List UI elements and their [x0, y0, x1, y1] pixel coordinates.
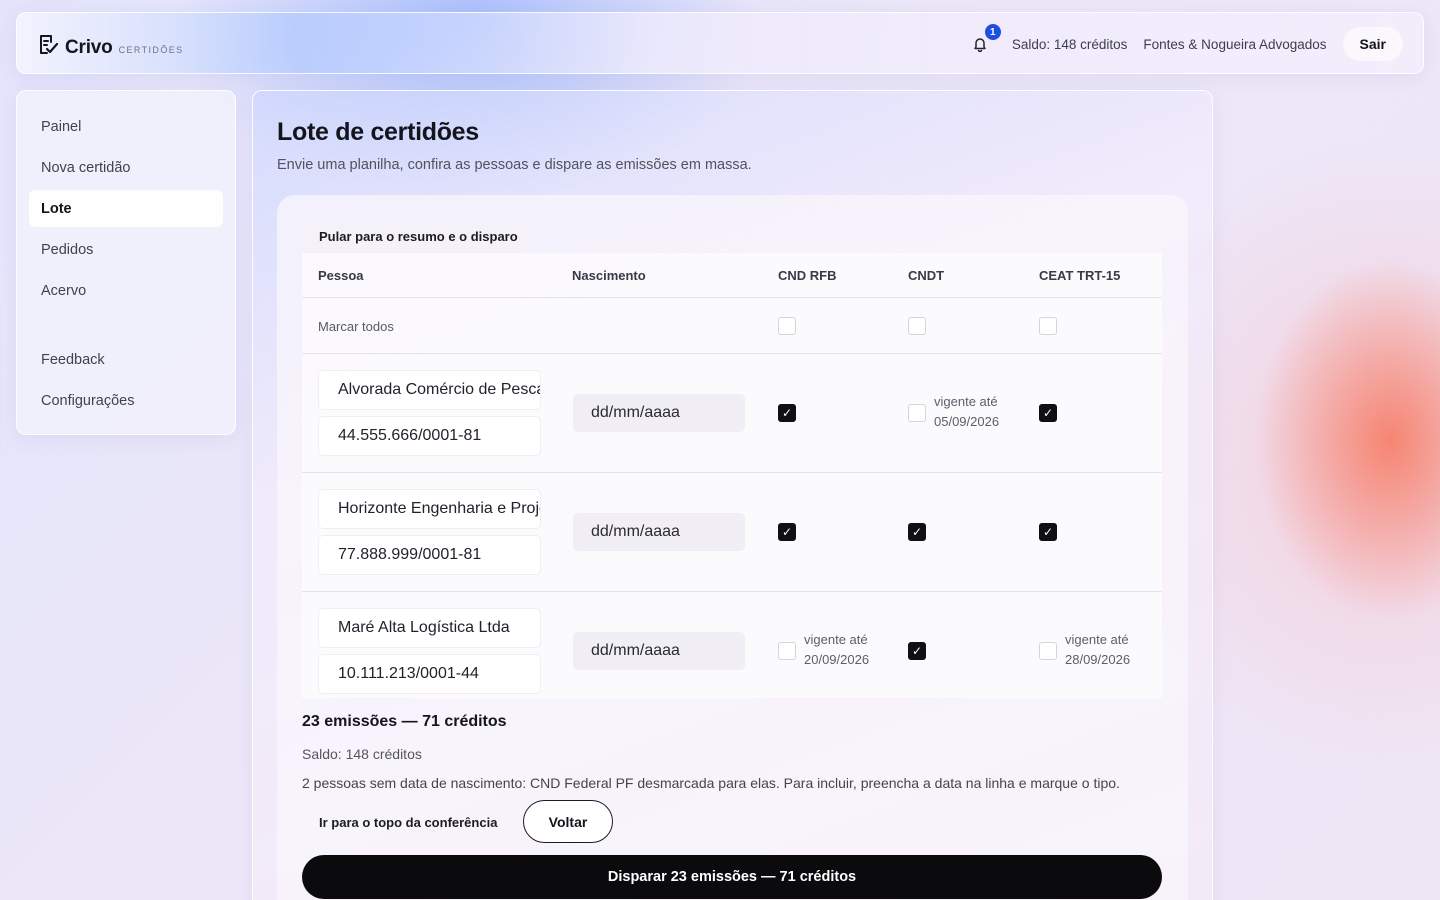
table-row: Alvorada Comércio de Pescados Ltda 44.55…	[302, 354, 1162, 473]
validity-date: 28/09/2026	[1065, 652, 1131, 667]
fire-emissions-button[interactable]: Disparar 23 emissões — 71 créditos	[302, 855, 1162, 899]
select-all-ceat-checkbox[interactable]	[1039, 317, 1057, 335]
page-title: Lote de certidões	[277, 118, 479, 146]
column-header-ceat-trt15: CEAT TRT-15	[1039, 268, 1121, 283]
brand-subtitle: CERTIDÕES	[118, 45, 184, 55]
sidebar: Painel Nova certidão Lote Pedidos Acervo…	[16, 90, 236, 435]
person-document-input[interactable]: 44.555.666/0001-81	[318, 416, 541, 456]
sidebar-item-painel[interactable]: Painel	[29, 108, 223, 145]
birth-date-input[interactable]: dd/mm/aaaa	[573, 632, 745, 670]
column-header-pessoa: Pessoa	[318, 268, 364, 283]
cnd-rfb-validity: vigente até 20/09/2026	[804, 630, 869, 670]
column-header-nascimento: Nascimento	[572, 268, 646, 283]
summary-balance: Saldo: 148 créditos	[302, 746, 422, 762]
cndt-checkbox[interactable]	[908, 404, 926, 422]
back-to-top-link[interactable]: Ir para o topo da conferência	[319, 815, 497, 830]
person-name-input[interactable]: Maré Alta Logística Ltda	[318, 608, 541, 648]
select-all-cndt-checkbox[interactable]	[908, 317, 926, 335]
person-document-input[interactable]: 77.888.999/0001-81	[318, 535, 541, 575]
sidebar-item-nova-certidao[interactable]: Nova certidão	[29, 149, 223, 186]
column-header-cnd-rfb: CND RFB	[778, 268, 837, 283]
ceat-checkbox[interactable]	[1039, 642, 1057, 660]
certificate-check-icon	[40, 35, 59, 54]
table-header: Pessoa Nascimento CND RFB CNDT CEAT TRT-…	[302, 253, 1162, 298]
validity-prefix: vigente até	[804, 632, 868, 647]
main-panel: Lote de certidões Envie uma planilha, co…	[252, 90, 1213, 900]
validity-date: 05/09/2026	[934, 414, 1000, 429]
person-name-input[interactable]: Horizonte Engenharia e Projetos Ltda	[318, 489, 541, 529]
validity-date: 20/09/2026	[804, 652, 870, 667]
skip-to-summary-link[interactable]: Pular para o resumo e o disparo	[302, 219, 535, 253]
table-row: Maré Alta Logística Ltda 10.111.213/0001…	[302, 592, 1162, 698]
ceat-validity: vigente até 28/09/2026	[1065, 630, 1130, 670]
person-name-input[interactable]: Alvorada Comércio de Pescados Ltda	[318, 370, 541, 410]
notifications-button[interactable]: 1	[970, 24, 1001, 54]
top-bar: Crivo CERTIDÕES 1 Saldo: 148 créditos Fo…	[16, 12, 1424, 74]
batch-card: Pular para o resumo e o disparo Pessoa N…	[277, 195, 1188, 900]
column-header-cndt: CNDT	[908, 268, 945, 283]
cndt-validity: vigente até 05/09/2026	[934, 392, 999, 432]
notification-badge: 1	[984, 24, 1001, 40]
person-document-input[interactable]: 10.111.213/0001-44	[318, 654, 541, 694]
ceat-checkbox[interactable]	[1039, 523, 1057, 541]
batch-table: Pessoa Nascimento CND RFB CNDT CEAT TRT-…	[302, 253, 1162, 698]
cndt-checkbox[interactable]	[908, 523, 926, 541]
cndt-checkbox[interactable]	[908, 642, 926, 660]
sidebar-item-acervo[interactable]: Acervo	[29, 272, 223, 309]
cnd-rfb-checkbox[interactable]	[778, 642, 796, 660]
brand-name: Crivo	[65, 37, 113, 58]
summary-title: 23 emissões — 71 créditos	[302, 713, 507, 730]
sidebar-item-pedidos[interactable]: Pedidos	[29, 231, 223, 268]
select-all-cnd-rfb-checkbox[interactable]	[778, 317, 796, 335]
header-organization[interactable]: Fontes & Nogueira Advogados	[1143, 37, 1326, 52]
select-all-label: Marcar todos	[318, 318, 394, 334]
validity-prefix: vigente até	[1065, 632, 1129, 647]
header-balance: Saldo: 148 créditos	[1011, 36, 1128, 52]
select-all-row: Marcar todos	[302, 298, 1162, 354]
birth-date-input[interactable]: dd/mm/aaaa	[573, 394, 745, 432]
ceat-checkbox[interactable]	[1039, 404, 1057, 422]
cnd-rfb-checkbox[interactable]	[778, 404, 796, 422]
sidebar-item-configuracoes[interactable]: Configurações	[29, 382, 223, 419]
back-button[interactable]: Voltar	[523, 800, 613, 843]
cnd-rfb-checkbox[interactable]	[778, 523, 796, 541]
table-row: Horizonte Engenharia e Projetos Ltda 77.…	[302, 473, 1162, 592]
sidebar-item-feedback[interactable]: Feedback	[29, 341, 223, 378]
sidebar-item-lote[interactable]: Lote	[29, 190, 223, 227]
brand-logo[interactable]: Crivo CERTIDÕES	[37, 31, 184, 59]
page-subtitle: Envie uma planilha, confira as pessoas e…	[277, 157, 752, 173]
birth-date-input[interactable]: dd/mm/aaaa	[573, 513, 745, 551]
summary-note: 2 pessoas sem data de nascimento: CND Fe…	[302, 775, 1120, 791]
validity-prefix: vigente até	[934, 394, 998, 409]
logout-button[interactable]: Sair	[1342, 27, 1403, 61]
